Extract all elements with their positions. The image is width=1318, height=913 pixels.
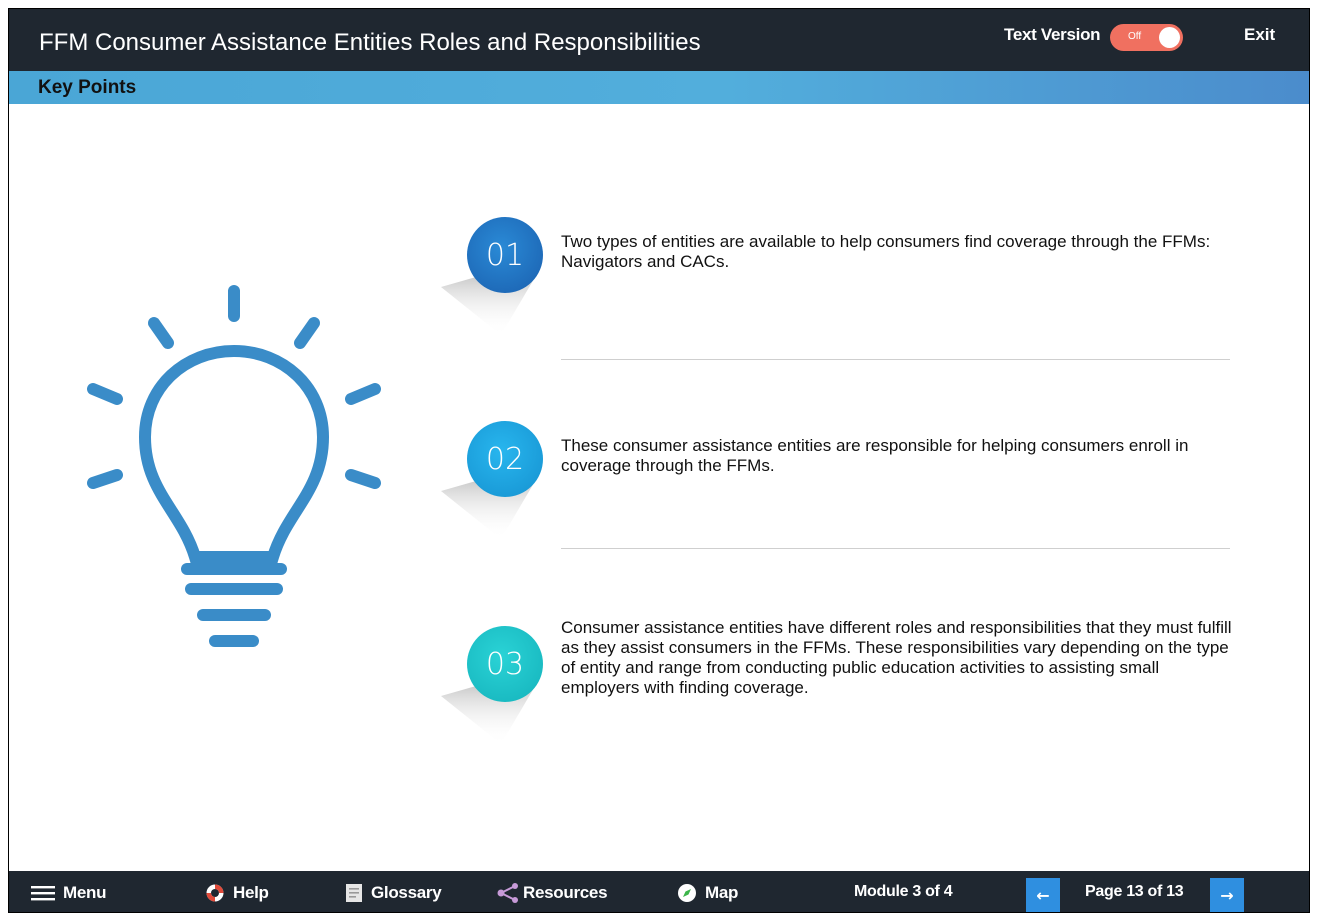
section-title: Key Points	[38, 77, 137, 98]
help-label: Help	[233, 882, 269, 902]
resources-button[interactable]: Resources	[497, 871, 608, 912]
module-indicator: Module 3 of 4	[854, 883, 953, 900]
compass-icon	[677, 883, 697, 903]
glossary-label: Glossary	[371, 882, 442, 902]
section-header: Key Points	[9, 71, 1309, 104]
toggle-knob	[1159, 27, 1180, 48]
text-version-label: Text Version	[1004, 25, 1101, 44]
menu-button[interactable]: Menu	[31, 871, 107, 912]
point-number-3: 03	[467, 626, 543, 702]
point-badge-3: 03	[431, 626, 546, 756]
arrow-right-icon: →	[1220, 885, 1234, 905]
help-button[interactable]: Help	[205, 871, 269, 912]
point-badge-1: 01	[431, 217, 546, 347]
title-bar: FFM Consumer Assistance Entities Roles a…	[9, 9, 1309, 71]
next-page-button[interactable]: →	[1210, 878, 1244, 912]
glossary-button[interactable]: Glossary	[345, 871, 442, 912]
map-button[interactable]: Map	[677, 871, 739, 912]
arrow-left-icon: ←	[1036, 885, 1050, 905]
course-title: FFM Consumer Assistance Entities Roles a…	[39, 29, 701, 56]
course-frame: FFM Consumer Assistance Entities Roles a…	[8, 8, 1310, 913]
text-version-toggle[interactable]: Off	[1110, 24, 1183, 51]
bottom-nav: Menu Help Glossary Resources Map Module …	[9, 871, 1309, 912]
lifebuoy-icon	[205, 883, 225, 903]
hamburger-icon	[31, 885, 55, 901]
lightbulb-icon	[87, 285, 381, 647]
share-icon	[497, 882, 519, 903]
point-text-3: Consumer assistance entities have differ…	[561, 618, 1232, 697]
book-icon	[345, 883, 363, 903]
map-label: Map	[705, 882, 739, 902]
point-text-2: These consumer assistance entities are r…	[561, 436, 1189, 475]
point-number-2: 02	[467, 421, 543, 497]
toggle-state-label: Off	[1128, 31, 1142, 42]
point-badge-2: 02	[431, 421, 546, 551]
exit-button[interactable]: Exit	[1244, 25, 1275, 45]
divider-1	[561, 359, 1230, 360]
point-text-1: Two types of entities are available to h…	[561, 232, 1211, 271]
point-number-1: 01	[467, 217, 543, 293]
divider-2	[561, 548, 1230, 549]
prev-page-button[interactable]: ←	[1026, 878, 1060, 912]
resources-label: Resources	[523, 882, 608, 902]
menu-label: Menu	[63, 882, 107, 902]
page-indicator: Page 13 of 13	[1085, 883, 1184, 900]
